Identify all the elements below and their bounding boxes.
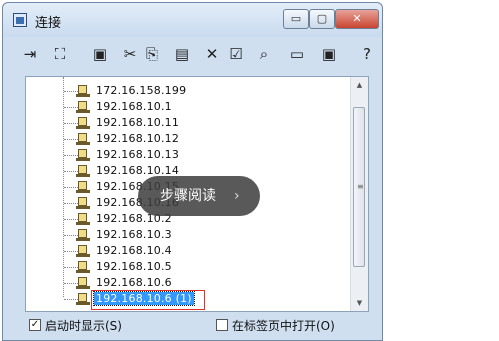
properties-icon[interactable]: ☑	[225, 43, 247, 65]
minimize-button[interactable]: ▭	[283, 9, 309, 29]
highlight-box	[91, 290, 205, 310]
open-in-tab-checkbox[interactable]	[216, 319, 228, 331]
dialog-footer: ✓ 启动时显示(S) 在标签页中打开(O)	[3, 314, 382, 338]
disconnect-icon[interactable]: ⛶	[49, 43, 71, 65]
session-item[interactable]: 172.16.158.199	[26, 83, 346, 99]
folder-icon[interactable]: ▭	[286, 43, 308, 65]
session-item[interactable]: 192.168.10.4	[26, 243, 346, 259]
session-computer-icon	[76, 260, 90, 274]
cut-icon[interactable]: ✂	[119, 43, 141, 65]
toolbar: ⇥ ⛶ ▣ ✂ ⎘ ▤ ✕ ☑ ⌕ ▭ ▣?	[11, 39, 377, 69]
session-computer-icon	[76, 148, 90, 162]
session-computer-icon	[76, 116, 90, 130]
session-label: 192.168.10.4	[96, 244, 172, 257]
show-on-startup-checkbox[interactable]: ✓	[29, 319, 41, 331]
scrollbar-thumb[interactable]: ≡	[353, 107, 365, 267]
connect-icon[interactable]: ⇥	[19, 43, 41, 65]
close-button[interactable]: ✕	[335, 9, 379, 29]
grip-icon: ≡	[357, 182, 364, 191]
session-item[interactable]: 192.168.10.12	[26, 131, 346, 147]
new-folder-icon[interactable]: ▣	[89, 43, 111, 65]
paste-icon[interactable]: ▤	[171, 43, 193, 65]
copy-icon[interactable]: ⎘	[141, 43, 163, 65]
session-item[interactable]: 192.168.10.5	[26, 259, 346, 275]
session-label: 192.168.10.13	[96, 148, 180, 161]
session-label: 192.168.10.12	[96, 132, 180, 145]
step-reading-button[interactable]: 步骤阅读 ›	[138, 176, 260, 216]
step-reading-label: 步骤阅读	[160, 188, 216, 204]
session-computer-icon	[76, 244, 90, 258]
session-computer-icon	[76, 84, 90, 98]
session-computer-icon	[76, 292, 90, 306]
session-computer-icon	[76, 132, 90, 146]
connect-dialog: 连接 ▭ ▢ ✕ ⇥ ⛶ ▣ ✂ ⎘ ▤ ✕ ☑ ⌕ ▭ ▣? 172.16.158.199 192.…	[2, 2, 383, 341]
session-computer-icon	[76, 276, 90, 290]
session-label: 192.168.10.11	[96, 116, 180, 129]
session-computer-icon	[76, 212, 90, 226]
delete-icon[interactable]: ✕	[201, 43, 223, 65]
session-item[interactable]: 192.168.10.3	[26, 227, 346, 243]
show-on-startup-label[interactable]: 启动时显示(S)	[45, 317, 122, 334]
help-icon[interactable]: ?	[356, 43, 378, 65]
session-label: 172.16.158.199	[96, 84, 187, 97]
session-label: 192.168.10.1	[96, 100, 172, 113]
terminal-icon[interactable]: ▣	[318, 43, 340, 65]
app-icon	[13, 13, 27, 27]
session-item[interactable]: 192.168.10.6	[26, 275, 346, 291]
scroll-up-icon[interactable]: ▲	[351, 77, 368, 93]
session-item[interactable]: 192.168.10.13	[26, 147, 346, 163]
session-computer-icon	[76, 180, 90, 194]
session-computer-icon	[76, 228, 90, 242]
window-title: 连接	[35, 16, 62, 31]
maximize-button[interactable]: ▢	[309, 9, 335, 29]
session-item[interactable]: 192.168.10.11	[26, 115, 346, 131]
vertical-scrollbar[interactable]: ▲ ≡ ▼	[350, 77, 368, 311]
session-label: 192.168.10.5	[96, 260, 172, 273]
session-label: 192.168.10.6	[96, 276, 172, 289]
session-label: 192.168.10.3	[96, 228, 172, 241]
chevron-right-icon: ›	[234, 188, 240, 204]
session-computer-icon	[76, 164, 90, 178]
session-computer-icon	[76, 196, 90, 210]
session-computer-icon	[76, 100, 90, 114]
session-item[interactable]: 192.168.10.1	[26, 99, 346, 115]
title-bar: 连接 ▭ ▢ ✕	[3, 3, 382, 37]
find-icon[interactable]: ⌕	[253, 43, 275, 65]
scroll-down-icon[interactable]: ▼	[351, 295, 368, 311]
open-in-tab-label[interactable]: 在标签页中打开(O)	[232, 317, 335, 334]
